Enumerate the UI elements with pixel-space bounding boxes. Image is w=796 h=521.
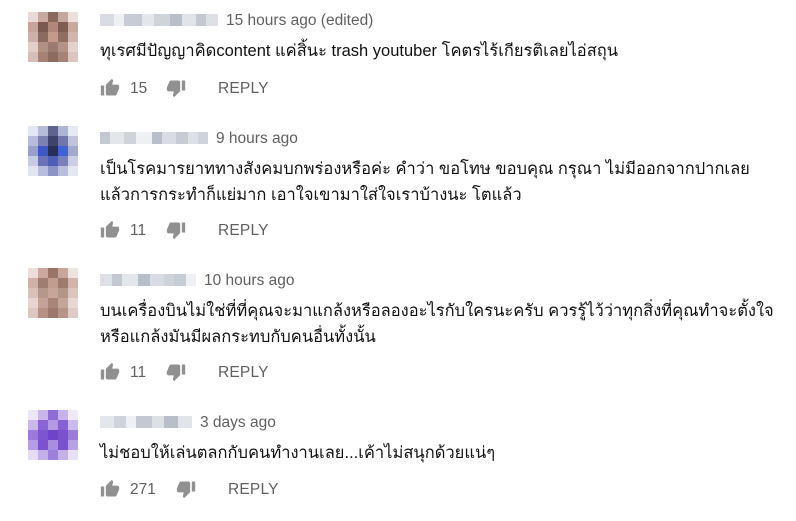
comment-text: ทุเรศมีปัญญาคิดcontent แค่สิ้นะ trash yo… [100, 38, 618, 64]
thumb-down-icon[interactable] [166, 220, 186, 240]
reply-button[interactable]: REPLY [218, 80, 269, 98]
author-name[interactable] [100, 274, 196, 286]
avatar[interactable] [28, 126, 78, 176]
comment-text-line: ไม่ชอบให้เล่นตลกกับคนทำงานเลย...เค้าไม่ส… [100, 444, 496, 462]
comment-text: เป็นโรคมารยาททางสังคมบกพร่องหรือค่ะ คำว่… [100, 156, 750, 208]
thumb-up-icon[interactable] [100, 220, 120, 240]
like-count: 271 [130, 481, 156, 498]
reply-button[interactable]: REPLY [228, 481, 279, 499]
comment-text-line: แล้วการกระทำก็แย่มาก เอาใจเขามาใส่ใจเราบ… [100, 186, 522, 204]
avatar[interactable] [28, 268, 78, 318]
reply-button[interactable]: REPLY [218, 222, 269, 240]
thumb-down-icon[interactable] [176, 479, 196, 499]
reply-button[interactable]: REPLY [218, 364, 269, 382]
thumb-down-icon[interactable] [166, 78, 186, 98]
comment-timestamp[interactable]: 10 hours ago [204, 272, 295, 289]
author-name[interactable] [100, 416, 192, 428]
thumb-up-icon[interactable] [100, 479, 120, 499]
comment-header: 15 hours ago (edited) [100, 12, 373, 32]
comment-header: 3 days ago [100, 414, 276, 434]
avatar[interactable] [28, 12, 78, 62]
comment-header: 9 hours ago [100, 130, 298, 150]
thumb-down-icon[interactable] [166, 362, 186, 382]
comment-timestamp[interactable]: 9 hours ago [216, 130, 298, 147]
thumb-up-icon[interactable] [100, 78, 120, 98]
like-count: 15 [130, 80, 148, 97]
comment-text-line: หรือแกล้งมันมีผลกระทบกับคนอื่นทั้งนั้น [100, 328, 376, 346]
like-count: 11 [130, 222, 147, 239]
like-count: 11 [130, 364, 147, 381]
comment-text: ไม่ชอบให้เล่นตลกกับคนทำงานเลย...เค้าไม่ส… [100, 440, 495, 466]
comment-header: 10 hours ago [100, 272, 295, 292]
comment-text-line: ทุเรศมีปัญญาคิดcontent แค่สิ้นะ trash yo… [100, 42, 619, 60]
comment-text: บนเครื่องบินไม่ใช่ที่ที่คุณจะมาแกล้งหรือ… [100, 298, 774, 350]
comment-timestamp[interactable]: 15 hours ago (edited) [226, 12, 373, 29]
author-name[interactable] [100, 132, 208, 144]
comment-text-line: เป็นโรคมารยาททางสังคมบกพร่องหรือค่ะ คำว่… [100, 160, 750, 178]
avatar[interactable] [28, 410, 78, 460]
comment-timestamp[interactable]: 3 days ago [200, 414, 276, 431]
author-name[interactable] [100, 14, 218, 26]
comment-text-line: บนเครื่องบินไม่ใช่ที่ที่คุณจะมาแกล้งหรือ… [100, 302, 774, 320]
thumb-up-icon[interactable] [100, 362, 120, 382]
